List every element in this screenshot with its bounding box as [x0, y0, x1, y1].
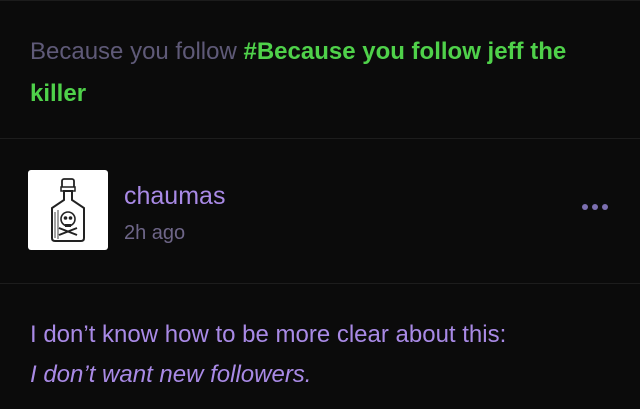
post-username[interactable]: chaumas [124, 182, 225, 211]
more-dots-icon [582, 204, 588, 210]
more-options-button[interactable] [582, 204, 608, 218]
post-body-line: I don’t know how to be more clear about … [30, 321, 507, 348]
more-dots-icon [602, 204, 608, 210]
post-timestamp: 2h ago [124, 222, 186, 244]
post-card: Because you follow #Because you follow j… [0, 0, 640, 409]
divider [0, 283, 640, 284]
recommendation-reason: Because you follow #Because you follow j… [30, 31, 620, 115]
poison-bottle-skull-icon [51, 178, 85, 242]
more-dots-icon [592, 204, 598, 210]
top-divider [0, 0, 640, 1]
divider [0, 138, 640, 139]
post-body: I don’t know how to be more clear about … [30, 315, 630, 395]
recommendation-prefix: Because you follow [30, 38, 237, 65]
avatar[interactable] [28, 170, 108, 250]
post-body-italic-line: I don’t want new followers. [30, 361, 312, 388]
